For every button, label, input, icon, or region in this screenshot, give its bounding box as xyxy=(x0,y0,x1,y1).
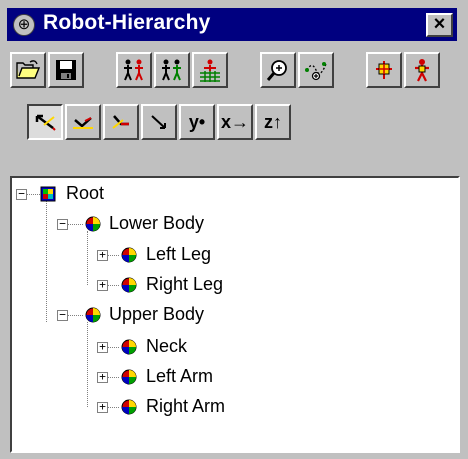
tree-connector xyxy=(67,224,83,225)
tree-connector xyxy=(67,315,83,316)
path-nodes-icon xyxy=(305,62,327,81)
tree-connector xyxy=(107,347,119,348)
figures-green-icon xyxy=(162,59,181,81)
expand-icon[interactable]: + xyxy=(97,341,108,353)
collapse-icon[interactable]: − xyxy=(16,188,27,200)
sphere-icon xyxy=(121,369,137,385)
collapse-icon[interactable]: − xyxy=(57,218,68,230)
hierarchy-tree[interactable]: − Root − Lower Body + Left Leg + Right L… xyxy=(10,176,460,453)
save-button[interactable] xyxy=(48,52,84,88)
z-axis-label: z↑ xyxy=(264,111,282,132)
tree-connector xyxy=(107,377,119,378)
open-folder-icon xyxy=(16,60,40,79)
expand-icon[interactable]: + xyxy=(97,371,108,383)
figure-grid-icon xyxy=(200,59,220,82)
collapse-icon[interactable]: − xyxy=(57,309,68,321)
tree-node-label: Left Leg xyxy=(146,244,212,264)
tree-connector xyxy=(87,322,88,407)
joint-yellow-button[interactable] xyxy=(366,52,402,88)
tree-node-label: Root xyxy=(66,183,105,203)
sphere-icon xyxy=(121,247,137,263)
figure-joint-button[interactable] xyxy=(404,52,440,88)
figures-green-button[interactable] xyxy=(154,52,190,88)
tree-node-label: Right Leg xyxy=(146,274,224,294)
root-cube-icon xyxy=(40,186,56,202)
magnifier-icon xyxy=(266,60,287,81)
x-axis-label: x→ xyxy=(220,111,249,132)
open-folder-button[interactable] xyxy=(10,52,46,88)
title-bar[interactable]: ⊕ Robot-Hierarchy × xyxy=(7,8,457,41)
expand-icon[interactable]: + xyxy=(97,401,108,413)
floppy-disk-icon xyxy=(56,60,76,80)
zoom-button[interactable] xyxy=(260,52,296,88)
z-axis-button[interactable]: z↑ xyxy=(255,104,291,140)
figure-grid-button[interactable] xyxy=(192,52,228,88)
axis-check-icon xyxy=(73,117,93,129)
axis-tool-1-button[interactable] xyxy=(27,104,63,140)
figures-red-icon xyxy=(124,59,143,81)
figure-joint-icon xyxy=(415,59,429,82)
axis-tool-2-button[interactable] xyxy=(65,104,101,140)
sphere-icon xyxy=(121,399,137,415)
axis-tool-4-button[interactable] xyxy=(141,104,177,140)
y-axis-button[interactable]: y• xyxy=(179,104,215,140)
sphere-icon xyxy=(85,216,101,232)
app-globe-icon[interactable]: ⊕ xyxy=(13,14,35,36)
expand-icon[interactable]: + xyxy=(97,249,108,261)
tree-connector xyxy=(26,194,40,195)
axis-tool-3-button[interactable] xyxy=(103,104,139,140)
x-axis-button[interactable]: x→ xyxy=(217,104,253,140)
tree-node-label: Left Arm xyxy=(146,366,214,386)
diagonal-arrow-icon xyxy=(151,115,166,129)
robot-hierarchy-window: ⊕ Robot-Hierarchy × y• x→ z↑ − Root − Lo… xyxy=(0,0,468,459)
tree-node-label: Upper Body xyxy=(109,304,205,324)
axis-arrow-icon xyxy=(35,114,56,131)
y-axis-label: y• xyxy=(188,111,206,132)
axis-down-icon xyxy=(112,115,129,129)
tree-connector xyxy=(87,231,88,285)
tree-node-label: Neck xyxy=(146,336,188,356)
tree-connector xyxy=(46,200,47,322)
tree-connector xyxy=(107,285,119,286)
window-title: Robot-Hierarchy xyxy=(43,11,211,34)
figures-red-button[interactable] xyxy=(116,52,152,88)
sphere-icon xyxy=(121,277,137,293)
path-nodes-button[interactable] xyxy=(298,52,334,88)
tree-connector xyxy=(107,255,119,256)
joint-yellow-icon xyxy=(376,61,392,79)
sphere-icon xyxy=(121,339,137,355)
tree-node-label: Right Arm xyxy=(146,396,226,416)
expand-icon[interactable]: + xyxy=(97,279,108,291)
sphere-icon xyxy=(85,307,101,323)
close-button[interactable]: × xyxy=(426,13,453,37)
tree-node-label: Lower Body xyxy=(109,213,205,233)
tree-connector xyxy=(107,407,119,408)
